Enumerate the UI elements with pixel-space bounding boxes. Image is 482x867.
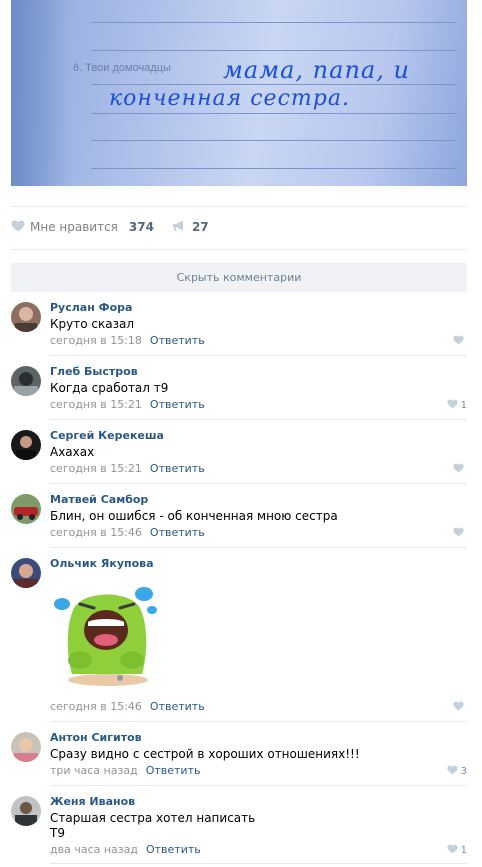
avatar[interactable] — [11, 302, 41, 332]
heart-icon — [11, 220, 25, 235]
avatar[interactable] — [11, 494, 41, 524]
comment-like-button[interactable]: 1 — [447, 844, 467, 857]
comment-author[interactable]: Глеб Быстров — [50, 365, 138, 378]
heart-icon — [447, 765, 458, 778]
handwriting-line-2: конченная сестра. — [109, 86, 350, 111]
comment: Женя Иванов Старшая сестра хотел написат… — [11, 786, 467, 864]
comment-like-button[interactable] — [453, 527, 467, 540]
comment-time[interactable]: два часа назад — [50, 843, 138, 856]
comment-time[interactable]: сегодня в 15:46 — [50, 700, 142, 713]
notebook-line — [91, 168, 457, 169]
heart-icon — [447, 844, 458, 857]
share-count: 27 — [191, 220, 209, 234]
comment-like-count: 1 — [460, 845, 467, 856]
comment-like-button[interactable] — [453, 463, 467, 476]
notebook-line — [91, 50, 457, 51]
avatar[interactable] — [11, 732, 41, 762]
reply-link[interactable]: Ответить — [150, 334, 205, 347]
comment-meta: сегодня в 15:21 Ответить — [50, 462, 205, 475]
avatar[interactable] — [11, 558, 41, 588]
reply-link[interactable]: Ответить — [146, 843, 201, 856]
post-photo[interactable]: 6. Твои домочадцы мама, папа, и конченна… — [11, 0, 467, 186]
comment-like-button[interactable] — [453, 335, 467, 348]
handwriting-line-1: мама, папа, и — [223, 56, 410, 84]
comment-text: Блин, он ошибся - об конченная мною сест… — [50, 509, 338, 523]
like-count: 374 — [128, 220, 154, 234]
comment-meta: сегодня в 15:46 Ответить — [50, 700, 205, 713]
heart-icon — [453, 527, 464, 540]
like-label: Мне нравится — [30, 220, 118, 234]
comment: Ольчик Якупова сегодня в 15:46 Ответить — [11, 548, 467, 722]
comment-meta: сегодня в 15:46 Ответить — [50, 526, 205, 539]
comment: Матвей Самбор Блин, он ошибся - об конче… — [11, 484, 467, 548]
comment-text: Круто сказал — [50, 317, 134, 331]
comment-text-line: Т9 — [50, 826, 65, 840]
comment-author[interactable]: Ольчик Якупова — [50, 557, 154, 570]
reply-link[interactable]: Ответить — [150, 700, 205, 713]
comment: Антон Сигитов Сразу видно с сестрой в хо… — [11, 722, 467, 786]
comment-author[interactable]: Матвей Самбор — [50, 493, 148, 506]
heart-icon — [453, 463, 464, 476]
hide-comments-button[interactable]: Скрыть комментарии — [11, 263, 467, 292]
comment: Глеб Быстров Когда сработал т9 сегодня в… — [11, 356, 467, 420]
divider — [50, 863, 467, 864]
comment-meta: три часа назад Ответить — [50, 764, 200, 777]
heart-icon — [453, 335, 464, 348]
like-button[interactable]: Мне нравится 374 — [11, 220, 154, 235]
comment-author[interactable]: Антон Сигитов — [50, 731, 142, 744]
comment-time[interactable]: сегодня в 15:18 — [50, 334, 142, 347]
comment-meta: сегодня в 15:18 Ответить — [50, 334, 205, 347]
comment-text: Сразу видно с сестрой в хороших отношени… — [50, 747, 360, 761]
comment-time[interactable]: сегодня в 15:46 — [50, 526, 142, 539]
comment-text: Старшая сестра хотел написать Т9 — [50, 811, 255, 841]
comment-author[interactable]: Руслан Фора — [50, 301, 132, 314]
notebook-line — [91, 140, 457, 141]
share-button[interactable]: 27 — [172, 220, 209, 235]
comment-text: Когда сработал т9 — [50, 381, 169, 395]
heart-icon — [447, 399, 458, 412]
comment-text-line: Старшая сестра хотел написать — [50, 811, 256, 825]
comment-meta: сегодня в 15:21 Ответить — [50, 398, 205, 411]
megaphone-icon — [172, 220, 186, 235]
reply-link[interactable]: Ответить — [150, 526, 205, 539]
divider — [11, 206, 467, 207]
comment-like-button[interactable]: 1 — [447, 399, 467, 412]
notebook-line — [91, 113, 457, 114]
reply-link[interactable]: Ответить — [150, 398, 205, 411]
notebook-line — [91, 84, 457, 85]
comment-time[interactable]: сегодня в 15:21 — [50, 462, 142, 475]
comment-like-count: 1 — [460, 400, 467, 411]
notebook-line — [91, 22, 457, 23]
comment-time[interactable]: три часа назад — [50, 764, 138, 777]
comment: Руслан Фора Круто сказал сегодня в 15:18… — [11, 292, 467, 356]
comment-text: Ахахах — [50, 445, 95, 459]
avatar[interactable] — [11, 796, 41, 826]
post-actions: Мне нравится 374 27 — [11, 217, 209, 237]
comment: Сергей Керекеша Ахахах сегодня в 15:21 От… — [11, 420, 467, 484]
divider — [11, 249, 467, 250]
avatar[interactable] — [11, 430, 41, 460]
comment-time[interactable]: сегодня в 15:21 — [50, 398, 142, 411]
comment-like-button[interactable] — [453, 701, 467, 714]
printed-label: 6. Твои домочадцы — [73, 62, 171, 74]
photo-shadow — [11, 0, 71, 186]
laughing-cactus-sticker — [50, 574, 162, 686]
avatar[interactable] — [11, 366, 41, 396]
comment-like-button[interactable]: 3 — [447, 765, 467, 778]
comment-meta: два часа назад Ответить — [50, 843, 201, 856]
comment-like-count: 3 — [460, 766, 467, 777]
comment-author[interactable]: Сергей Керекеша — [50, 429, 164, 442]
reply-link[interactable]: Ответить — [146, 764, 201, 777]
reply-link[interactable]: Ответить — [150, 462, 205, 475]
comment-author[interactable]: Женя Иванов — [50, 795, 135, 808]
heart-icon — [453, 701, 464, 714]
